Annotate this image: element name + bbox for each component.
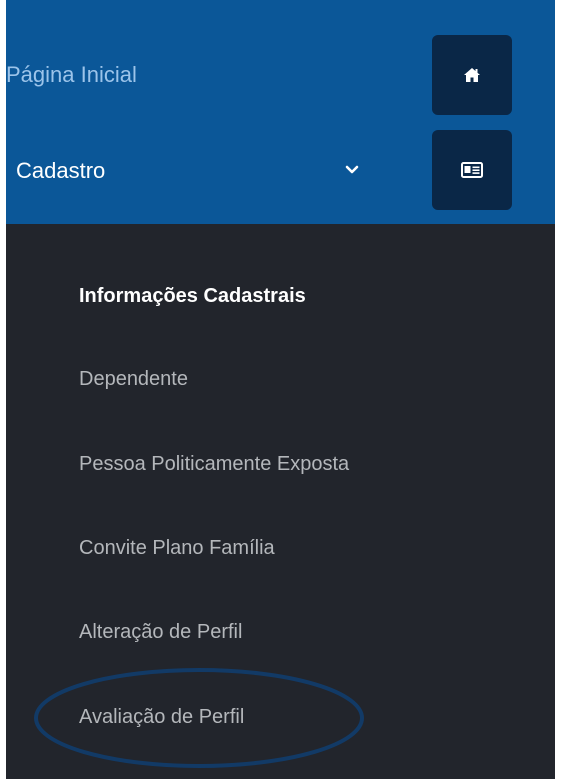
nav-item-pagina-inicial[interactable]: Página Inicial <box>6 61 137 89</box>
submenu-item-convite-plano-familia[interactable]: Convite Plano Família <box>79 535 275 561</box>
submenu-item-pessoa-politicamente-exposta[interactable]: Pessoa Politicamente Exposta <box>79 451 349 477</box>
screenshot-frame: Página Inicial Cadastro Informações Cada… <box>0 0 569 779</box>
top-navigation: Página Inicial Cadastro <box>6 0 555 224</box>
chevron-down-icon[interactable] <box>340 158 364 182</box>
home-button[interactable] <box>432 35 512 115</box>
submenu-item-avaliacao-de-perfil[interactable]: Avaliação de Perfil <box>79 704 244 730</box>
home-icon <box>464 68 480 82</box>
cadastro-button[interactable] <box>432 130 512 210</box>
sidebar: Página Inicial Cadastro Informações Cada… <box>6 0 555 779</box>
submenu-item-dependente[interactable]: Dependente <box>79 366 188 392</box>
submenu-item-informacoes-cadastrais[interactable]: Informações Cadastrais <box>79 283 306 309</box>
nav-item-cadastro[interactable]: Cadastro <box>16 157 105 185</box>
submenu-item-alteracao-de-perfil[interactable]: Alteração de Perfil <box>79 619 242 645</box>
id-card-icon <box>461 162 483 178</box>
